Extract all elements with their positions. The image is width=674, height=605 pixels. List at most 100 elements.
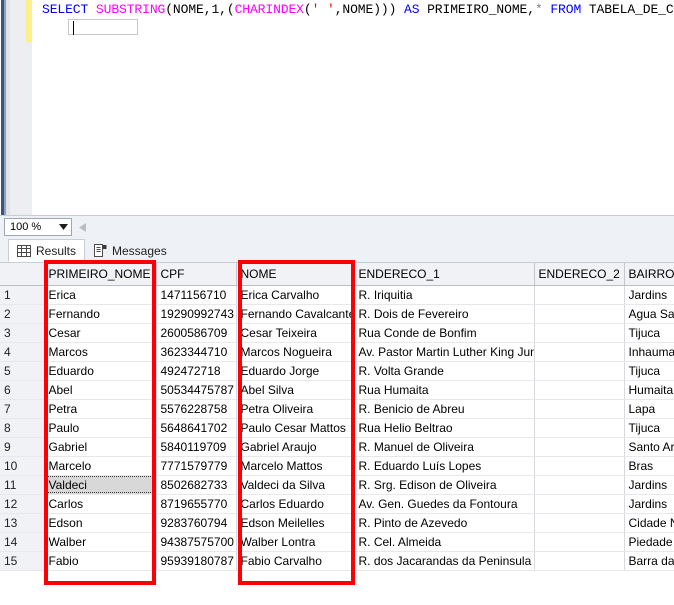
cell-cpf[interactable]: 492472718 — [156, 361, 237, 381]
cell-nome[interactable]: Cesar Teixeira — [236, 323, 355, 343]
cell-primeiro-nome[interactable]: Petra — [44, 399, 157, 419]
cell-endereco-2[interactable] — [534, 323, 625, 343]
cell-endereco-2[interactable] — [534, 361, 625, 381]
column-header-bairro[interactable]: BAIRRO — [624, 263, 674, 286]
cell-primeiro-nome[interactable]: Eduardo — [44, 361, 157, 381]
table-row[interactable]: 7 Petra 5576228758 Petra Oliveira R. Benicio… — [0, 399, 674, 419]
cell-cpf[interactable]: 3623344710 — [156, 342, 237, 362]
column-header-endereco-2[interactable]: ENDERECO_2 — [534, 263, 625, 286]
cell-primeiro-nome[interactable]: Fabio — [44, 551, 157, 571]
cell-endereco-1[interactable]: R. Dois de Fevereiro — [354, 304, 535, 324]
cell-nome[interactable]: Walber Lontra — [236, 532, 355, 552]
cell-endereco-2[interactable] — [534, 456, 625, 476]
zoom-level-combobox[interactable]: 100 % — [4, 218, 72, 236]
cell-endereco-2[interactable] — [534, 475, 625, 495]
cell-nome[interactable]: Valdeci da Silva — [236, 475, 355, 495]
cell-nome[interactable]: Petra Oliveira — [236, 399, 355, 419]
cell-endereco-2[interactable] — [534, 437, 625, 457]
cell-bairro[interactable]: Tijuca — [624, 323, 674, 343]
cell-nome[interactable]: Carlos Eduardo — [236, 494, 355, 514]
cell-endereco-2[interactable] — [534, 513, 625, 533]
table-row[interactable]: 2 Fernando 19290992743 Fernando Cavalcante R… — [0, 304, 674, 324]
cell-primeiro-nome[interactable]: Edson — [44, 513, 157, 533]
cell-endereco-1[interactable]: R. dos Jacarandas da Peninsula — [354, 551, 535, 571]
cell-bairro[interactable]: Humaita — [624, 380, 674, 400]
results-grid[interactable]: PRIMEIRO_NOME CPF NOME ENDERECO_1 ENDERE… — [0, 262, 674, 605]
table-row[interactable]: 3 Cesar 2600586709 Cesar Teixeira Rua Conde … — [0, 323, 674, 343]
cell-endereco-1[interactable]: R. Cel. Almeida — [354, 532, 535, 552]
cell-nome[interactable]: Marcelo Mattos — [236, 456, 355, 476]
cell-bairro[interactable]: Jardins — [624, 494, 674, 514]
editor-text-surface[interactable]: SELECT SUBSTRING(NOME,1,(CHARINDEX(' ',N… — [32, 0, 674, 215]
cell-bairro[interactable]: Agua Sa — [624, 304, 674, 324]
row-number[interactable]: 9 — [0, 437, 45, 457]
cell-cpf[interactable]: 1471156710 — [156, 285, 237, 305]
cell-nome[interactable]: Fernando Cavalcante — [236, 304, 355, 324]
cell-endereco-1[interactable]: R. Volta Grande — [354, 361, 535, 381]
cell-endereco-1[interactable]: Av. Gen. Guedes da Fontoura — [354, 494, 535, 514]
cell-primeiro-nome[interactable]: Fernando — [44, 304, 157, 324]
cell-endereco-2[interactable] — [534, 532, 625, 552]
row-number[interactable]: 15 — [0, 551, 45, 571]
row-number[interactable]: 12 — [0, 494, 45, 514]
cell-cpf[interactable]: 19290992743 — [156, 304, 237, 324]
cell-nome[interactable]: Marcos Nogueira — [236, 342, 355, 362]
cell-bairro[interactable]: Lapa — [624, 399, 674, 419]
cell-endereco-2[interactable] — [534, 494, 625, 514]
column-header-rownum[interactable] — [0, 263, 45, 286]
cell-endereco-2[interactable] — [534, 285, 625, 305]
cell-endereco-1[interactable]: R. Pinto de Azevedo — [354, 513, 535, 533]
row-number[interactable]: 2 — [0, 304, 45, 324]
chevron-down-icon[interactable] — [55, 219, 71, 235]
row-number[interactable]: 5 — [0, 361, 45, 381]
cell-bairro[interactable]: Piedade — [624, 532, 674, 552]
query-editor-pane[interactable]: SELECT SUBSTRING(NOME,1,(CHARINDEX(' ',N… — [0, 0, 674, 215]
table-row[interactable]: 9 Gabriel 5840119709 Gabriel Araujo R. Manue… — [0, 437, 674, 457]
cell-bairro[interactable]: Tijuca — [624, 361, 674, 381]
cell-endereco-1[interactable]: Rua Humaita — [354, 380, 535, 400]
cell-nome[interactable]: Fabio Carvalho — [236, 551, 355, 571]
row-number[interactable]: 8 — [0, 418, 45, 438]
cell-cpf[interactable]: 9283760794 — [156, 513, 237, 533]
triangle-left-icon[interactable] — [74, 219, 90, 235]
table-row[interactable]: 13 Edson 9283760794 Edson Meilelles R. Pinto… — [0, 513, 674, 533]
row-number[interactable]: 4 — [0, 342, 45, 362]
cell-cpf[interactable]: 5576228758 — [156, 399, 237, 419]
table-row[interactable]: 4 Marcos 3623344710 Marcos Nogueira Av. Past… — [0, 342, 674, 362]
cell-bairro[interactable]: Tijuca — [624, 418, 674, 438]
cell-cpf[interactable]: 94387575700 — [156, 532, 237, 552]
cell-nome[interactable]: Erica Carvalho — [236, 285, 355, 305]
column-header-endereco-1[interactable]: ENDERECO_1 — [354, 263, 535, 286]
cell-endereco-1[interactable]: R. Eduardo Luís Lopes — [354, 456, 535, 476]
table-row[interactable]: 8 Paulo 5648641702 Paulo Cesar Mattos Rua He… — [0, 418, 674, 438]
cell-endereco-2[interactable] — [534, 418, 625, 438]
cell-nome[interactable]: Paulo Cesar Mattos — [236, 418, 355, 438]
cell-cpf[interactable]: 50534475787 — [156, 380, 237, 400]
cell-bairro[interactable]: Santo Ar — [624, 437, 674, 457]
cell-bairro[interactable]: Jardins — [624, 475, 674, 495]
cell-primeiro-nome[interactable]: Gabriel — [44, 437, 157, 457]
cell-cpf[interactable]: 2600586709 — [156, 323, 237, 343]
table-row[interactable]: 6 Abel 50534475787 Abel Silva Rua Humaita Hum… — [0, 380, 674, 400]
cell-endereco-1[interactable]: R. Benicio de Abreu — [354, 399, 535, 419]
cell-endereco-1[interactable]: R. Manuel de Oliveira — [354, 437, 535, 457]
row-number[interactable]: 1 — [0, 285, 45, 305]
cell-bairro[interactable]: Barra da — [624, 551, 674, 571]
cell-primeiro-nome[interactable]: Marcelo — [44, 456, 157, 476]
table-row[interactable]: 11 Valdeci 8502682733 Valdeci da Silva R. Sr… — [0, 475, 674, 495]
tab-messages[interactable]: Messages — [86, 239, 175, 262]
cell-endereco-1[interactable]: R. Iriquitia — [354, 285, 535, 305]
column-header-nome[interactable]: NOME — [236, 263, 355, 286]
row-number[interactable]: 13 — [0, 513, 45, 533]
row-number[interactable]: 3 — [0, 323, 45, 343]
cell-primeiro-nome[interactable]: Erica — [44, 285, 157, 305]
cell-endereco-1[interactable]: R. Srg. Edison de Oliveira — [354, 475, 535, 495]
row-number[interactable]: 11 — [0, 475, 45, 495]
cell-primeiro-nome[interactable]: Cesar — [44, 323, 157, 343]
cell-endereco-1[interactable]: Rua Helio Beltrao — [354, 418, 535, 438]
cell-cpf[interactable]: 95939180787 — [156, 551, 237, 571]
cell-bairro[interactable]: Cidade N — [624, 513, 674, 533]
cell-endereco-2[interactable] — [534, 399, 625, 419]
cell-primeiro-nome[interactable]: Paulo — [44, 418, 157, 438]
cell-primeiro-nome[interactable]: Carlos — [44, 494, 157, 514]
